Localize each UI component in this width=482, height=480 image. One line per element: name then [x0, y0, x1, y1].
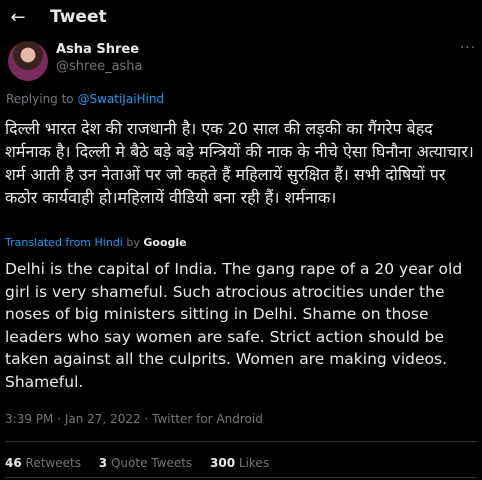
tweet-source[interactable]: Twitter for Android [152, 412, 263, 426]
avatar[interactable] [8, 41, 48, 81]
likes-label: Likes [238, 456, 270, 470]
meta-separator: · [144, 412, 149, 426]
more-horizontal-icon[interactable]: ··· [458, 38, 478, 58]
retweets-count: 46 [5, 456, 22, 470]
tweet-time[interactable]: 3:39 PM [5, 412, 53, 426]
divider [5, 477, 477, 478]
translated-from-link[interactable]: Translated from Hindi [5, 236, 123, 249]
divider [5, 441, 477, 442]
replying-to-label: Replying to [6, 92, 74, 106]
tweet-text-translated: Delhi is the capital of India. The gang … [5, 260, 463, 391]
meta-separator: · [57, 412, 62, 426]
quotes-count: 3 [98, 456, 108, 470]
tweet-stats: 46 Retweets 3 Quote Tweets 300 Likes [5, 456, 283, 470]
translator-name: Google [143, 236, 187, 249]
tweet-meta: 3:39 PM · Jan 27, 2022 · Twitter for And… [5, 412, 263, 426]
replying-to: Replying to @SwatiJaiHind [6, 92, 164, 106]
top-bar: ← Tweet [0, 0, 482, 36]
tweet-date[interactable]: Jan 27, 2022 [65, 412, 141, 426]
quotes-label: Quote Tweets [110, 456, 193, 470]
retweets-stat[interactable]: 46 Retweets [5, 456, 81, 470]
arrow-left-icon[interactable]: ← [8, 8, 28, 28]
translated-by-label: by [126, 236, 140, 249]
author-handle[interactable]: @shree_asha [56, 59, 143, 74]
quote-tweets-stat[interactable]: 3 Quote Tweets [99, 456, 192, 470]
retweets-label: Retweets [25, 456, 81, 470]
replying-to-link[interactable]: @SwatiJaiHind [77, 92, 164, 106]
page-title: Tweet [50, 7, 107, 27]
translation-attribution: Translated from Hindi by Google [5, 236, 187, 249]
likes-count: 300 [210, 456, 236, 470]
author-name[interactable]: Asha Shree [56, 42, 139, 57]
tweet-text-original: दिल्ली भारत देश की राजधानी है। एक 20 साल… [5, 119, 474, 207]
likes-stat[interactable]: 300 Likes [210, 456, 269, 470]
